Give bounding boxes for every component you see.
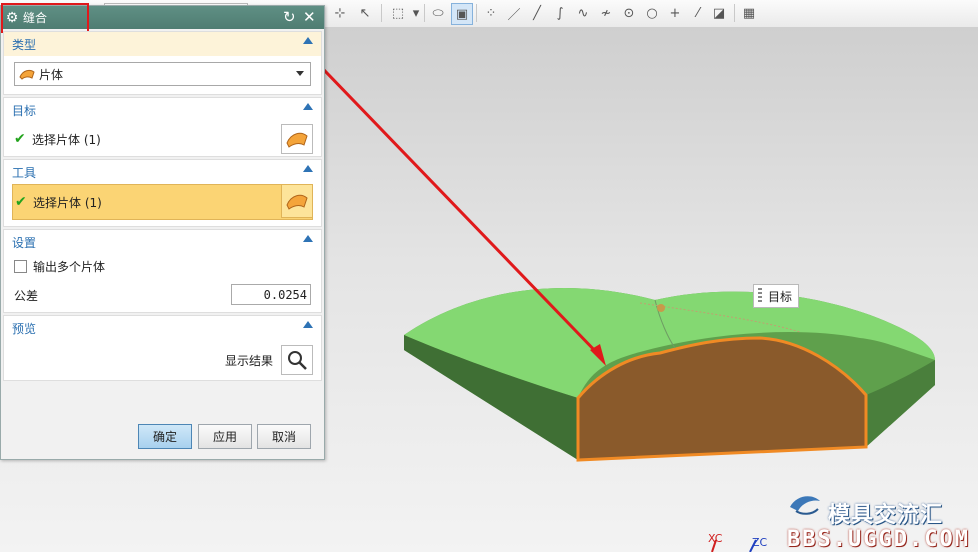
slash-icon[interactable]: ⁄: [688, 3, 708, 23]
watermark-url: BBS.UGGD.COM: [787, 527, 970, 552]
type-section: 类型 片体: [3, 31, 322, 95]
tolerance-row: 公差 0.0254: [4, 278, 321, 312]
preview-section: 预览 显示结果: [3, 315, 322, 381]
select-sheet-button[interactable]: [281, 184, 313, 218]
settings-section: 设置 输出多个片体 公差 0.0254: [3, 229, 322, 313]
axis-xc-label: XC: [708, 532, 723, 545]
show-result-row: 显示结果: [4, 340, 321, 380]
show-result-button[interactable]: [281, 345, 313, 375]
circle-point-icon[interactable]: ⊙: [619, 3, 639, 23]
target-section-label: 目标: [12, 103, 37, 118]
apply-button[interactable]: 应用: [198, 424, 252, 449]
dropdown-arrow-icon[interactable]: ▾: [406, 3, 426, 23]
line2-icon[interactable]: ╱: [527, 3, 547, 23]
cursor-icon[interactable]: ↖: [355, 3, 375, 23]
plus-icon[interactable]: +: [665, 3, 685, 23]
type-section-header[interactable]: 类型: [4, 32, 321, 56]
check-icon: ✔: [15, 194, 27, 210]
ok-button[interactable]: 确定: [138, 424, 192, 449]
magnifier-icon: [288, 351, 307, 370]
eraser-icon[interactable]: ◪: [709, 3, 729, 23]
table-icon[interactable]: ▦: [739, 3, 759, 23]
multi-output-checkbox[interactable]: [14, 259, 27, 273]
select-sheet-button[interactable]: [281, 124, 313, 154]
target-select-row[interactable]: ✔ 选择片体 (1): [4, 122, 321, 156]
target-select-label: 选择片体 (1): [32, 132, 101, 147]
point-icon[interactable]: ⊹: [330, 3, 350, 23]
show-result-label: 显示结果: [224, 353, 273, 368]
close-icon[interactable]: ✕: [303, 8, 316, 26]
tool-section-header[interactable]: 工具: [4, 160, 321, 184]
cube-view-icon[interactable]: ▣: [451, 3, 473, 25]
grid-points-icon[interactable]: ⁘: [481, 3, 501, 23]
tool-section: 工具 ✔ 选择片体 (1): [3, 159, 322, 227]
sew-dialog: ⚙ 缝合 ↻ ✕ 类型 片体 目标 ✔ 选择片体 (1) 工具 ✔ 选择片体 (…: [0, 3, 325, 460]
shaded-view-icon[interactable]: ⬭: [428, 3, 448, 23]
watermark-logo-icon: [786, 489, 824, 519]
collapse-caret-icon[interactable]: [303, 103, 313, 110]
wave-icon[interactable]: ≁: [596, 3, 616, 23]
target-section: 目标 ✔ 选择片体 (1): [3, 97, 322, 157]
watermark-text: 模具交流汇: [828, 503, 944, 528]
type-dropdown[interactable]: 片体: [14, 62, 311, 86]
collapse-caret-icon[interactable]: [303, 321, 313, 328]
reset-icon[interactable]: ↻: [283, 8, 296, 26]
sheet-body-icon: [286, 132, 308, 148]
chevron-down-icon[interactable]: [296, 71, 304, 76]
tolerance-input[interactable]: 0.0254: [231, 284, 311, 305]
preview-section-label: 预览: [12, 321, 37, 336]
check-icon: ✔: [14, 131, 26, 147]
target-section-header[interactable]: 目标: [4, 98, 321, 122]
target-label-tag: 目标: [753, 284, 800, 308]
circle-icon[interactable]: ○: [642, 3, 662, 23]
tolerance-label: 公差: [14, 288, 39, 303]
axis-zc-label: ZC: [752, 536, 768, 549]
collapse-caret-icon[interactable]: [303, 235, 313, 242]
sheet-body-icon: [19, 69, 35, 80]
tool-section-label: 工具: [12, 165, 37, 180]
grip-icon: [758, 288, 762, 304]
cancel-button[interactable]: 取消: [257, 424, 311, 449]
line-icon[interactable]: ／: [504, 3, 524, 23]
rect-select-icon[interactable]: ⬚: [388, 3, 408, 23]
type-section-label: 类型: [12, 37, 37, 52]
tool-select-row[interactable]: ✔ 选择片体 (1): [12, 184, 313, 220]
target-tag-text: 目标: [768, 289, 793, 304]
spline-icon[interactable]: ∿: [573, 3, 593, 23]
curve-icon[interactable]: ∫: [550, 3, 570, 23]
dialog-titlebar[interactable]: ⚙ 缝合 ↻ ✕: [1, 3, 324, 33]
multi-output-row[interactable]: 输出多个片体: [4, 254, 321, 278]
tool-select-label: 选择片体 (1): [33, 195, 102, 210]
multi-output-label: 输出多个片体: [33, 259, 106, 274]
collapse-caret-icon[interactable]: [303, 165, 313, 172]
title-highlight-box: [1, 3, 89, 33]
settings-section-header[interactable]: 设置: [4, 230, 321, 254]
type-dropdown-value: 片体: [39, 67, 64, 82]
settings-section-label: 设置: [12, 235, 37, 250]
sheet-body-icon: [286, 194, 308, 210]
collapse-caret-icon[interactable]: [303, 37, 313, 44]
preview-section-header[interactable]: 预览: [4, 316, 321, 340]
